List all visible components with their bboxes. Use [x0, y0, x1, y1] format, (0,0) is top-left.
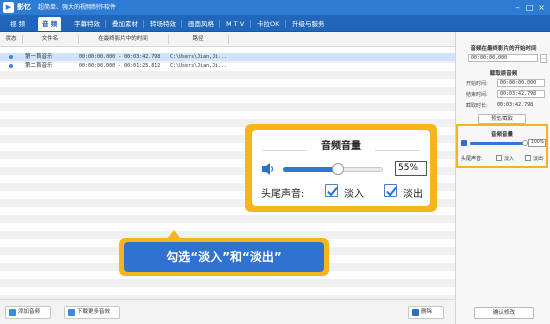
banner-pointer [167, 230, 181, 239]
add-audio-label: 添加音频 [18, 309, 41, 315]
add-music-icon [9, 309, 16, 316]
preview-clip-button[interactable]: 预览/截取 [478, 114, 526, 124]
volume-title: 音频音量 [490, 132, 513, 138]
table-row[interactable]: 第二首音乐 00:00:00.000 - 00:01:25.812 C:\Use… [0, 62, 455, 70]
final-start-time-field[interactable]: 00:00:00.000 [468, 54, 538, 62]
zoom-volume-slider-fill [283, 167, 338, 172]
volume-value-field[interactable]: 100% [528, 139, 546, 147]
instruction-text: 勾选“淡入”和“淡出” [124, 242, 324, 272]
cell-time: 00:00:00.000 - 00:01:25.812 [79, 63, 161, 69]
clip-duration-value: 00:03:42.798 [497, 102, 534, 108]
trash-icon [412, 309, 419, 316]
clip-end-field[interactable]: 00:03:42.798 [497, 90, 545, 98]
delete-button[interactable]: 删除 [408, 306, 444, 319]
zoom-fade-label: 头尾声音: [261, 189, 305, 200]
fade-label: 头尾声音: [461, 156, 483, 162]
checkmark-icon [386, 186, 397, 197]
fade-out-checkbox[interactable] [525, 155, 531, 161]
zoom-fade-out-checkbox[interactable] [384, 184, 397, 197]
start-time-title: 音频在最终影片的开始时间 [470, 46, 537, 52]
download-more-button[interactable]: 下载更多音效 [64, 306, 120, 319]
column-header-status[interactable]: 状态 [0, 32, 22, 47]
title-bar: ▶ 影忆 超简单、强大的视频制作软件 – □ × [0, 0, 550, 15]
tab-picture-style[interactable]: 画面风格 [184, 17, 218, 31]
volume-section-highlight: 音频音量 100% 头尾声音: 淡入 淡出 [456, 124, 548, 168]
add-audio-button[interactable]: 添加音频 [5, 306, 51, 319]
zoom-fade-in-checkbox[interactable] [325, 184, 338, 197]
zoom-volume-slider-thumb[interactable] [332, 163, 344, 175]
close-button[interactable]: × [536, 2, 547, 13]
column-header-path[interactable]: 路径 [168, 32, 228, 47]
tab-karaoke[interactable]: 卡拉OK [253, 17, 283, 31]
table-row[interactable]: 第一首音乐 00:00:00.000 - 00:03:42.798 C:\Use… [0, 53, 455, 61]
bottom-toolbar: 添加音频 下载更多音效 删除 [0, 299, 455, 324]
cell-path: C:\Users\Jian,Ji... [170, 63, 228, 69]
app-logo-icon: ▶ [3, 2, 14, 13]
volume-slider-fill [470, 142, 525, 145]
tab-mtv[interactable]: M T V [222, 17, 248, 31]
maximize-button[interactable]: □ [524, 2, 535, 13]
zoom-speaker-icon [261, 162, 275, 176]
clip-start-field[interactable]: 00:00:00.000 [497, 79, 545, 87]
status-icon [9, 55, 13, 59]
delete-label: 删除 [421, 309, 433, 315]
audio-settings-panel: 音频在最终影片的开始时间 00:00:00.000 … 截取原音频 开始时间: … [455, 32, 550, 324]
app-name: 影忆 [17, 3, 31, 11]
download-more-label: 下载更多音效 [77, 309, 111, 315]
list-header: 状态 文件名 在最终影片中的时间 路径 [0, 32, 455, 47]
confirm-changes-button[interactable]: 确认修改 [474, 307, 534, 319]
tab-bar: 视 频 音 频 字幕特效 叠加素材 转场特效 画面风格 M T V 卡拉OK 升… [0, 15, 550, 32]
cell-time: 00:00:00.000 - 00:03:42.798 [79, 54, 161, 60]
minimize-button[interactable]: – [512, 2, 523, 13]
download-icon [68, 309, 75, 316]
clip-audio-title: 截取原音频 [489, 71, 518, 77]
checkmark-icon [327, 186, 338, 197]
column-header-filename[interactable]: 文件名 [22, 32, 78, 47]
fade-in-label: 淡入 [504, 156, 515, 162]
app-slogan: 超简单、强大的视频制作软件 [38, 4, 117, 11]
zoom-fade-out-label: 淡出 [403, 189, 423, 200]
cell-path: C:\Users\Jian,Ji... [170, 54, 228, 60]
tab-transition-effects[interactable]: 转场特效 [146, 17, 180, 31]
more-options-button[interactable]: … [540, 54, 547, 63]
clip-end-label: 结束时间: [466, 92, 488, 98]
tab-video[interactable]: 视 频 [6, 17, 29, 31]
tab-audio[interactable]: 音 频 [38, 17, 62, 31]
tab-upgrade-service[interactable]: 升级与服务 [288, 17, 329, 31]
clip-duration-label: 截取时长: [466, 103, 488, 109]
cell-filename: 第二首音乐 [25, 63, 53, 69]
zoom-fade-in-label: 淡入 [344, 189, 364, 200]
column-header-time[interactable]: 在最终影片中的时间 [78, 32, 168, 47]
speaker-icon [461, 140, 467, 146]
fade-out-label: 淡出 [533, 156, 544, 162]
tab-subtitle-effects[interactable]: 字幕特效 [70, 17, 104, 31]
fade-in-checkbox[interactable] [496, 155, 502, 161]
clip-start-label: 开始时间: [466, 81, 488, 87]
cell-filename: 第一首音乐 [25, 54, 53, 60]
status-icon [9, 64, 13, 68]
tab-overlay-material[interactable]: 叠加素材 [108, 17, 142, 31]
zoom-volume-value-field[interactable]: 55% [395, 161, 427, 176]
